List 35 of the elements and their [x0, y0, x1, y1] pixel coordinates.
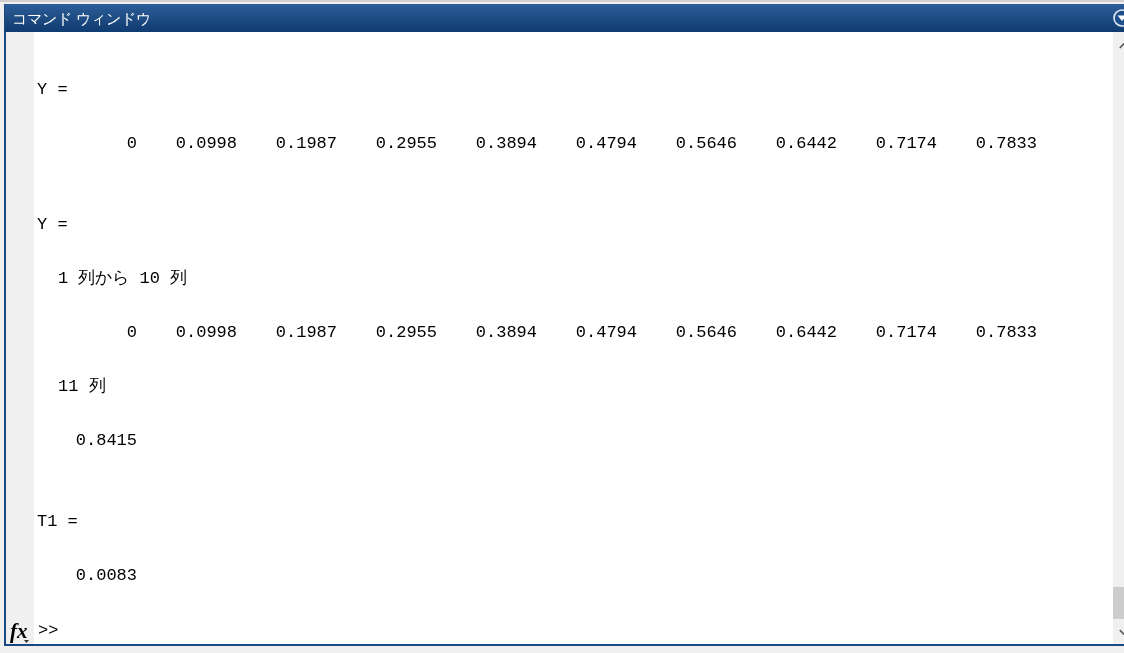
- value-text: 0.8415: [75, 430, 137, 452]
- caret-icon: [24, 640, 29, 643]
- value-text: 0.3894: [475, 322, 537, 344]
- column-range-label: 11 列: [58, 376, 106, 398]
- value-text: 0.3894: [475, 133, 537, 155]
- value-text: 0.0083: [75, 565, 137, 587]
- value-text: 0.1987: [275, 133, 337, 155]
- scroll-up-icon[interactable]: [1119, 42, 1124, 49]
- window-title: コマンド ウィンドウ: [12, 10, 152, 26]
- value-text: 0.1987: [275, 322, 337, 344]
- value-text: 0.7174: [875, 322, 937, 344]
- value-text: 0.6442: [775, 322, 837, 344]
- value-text: 0.4794: [575, 322, 637, 344]
- value-text: 0.2955: [375, 322, 437, 344]
- variable-name-line: Y =: [37, 79, 68, 101]
- variable-name-line: Y =: [37, 214, 68, 236]
- value-text: 0.6442: [775, 133, 837, 155]
- value-text: 0.0998: [175, 133, 237, 155]
- scroll-down-icon[interactable]: [1119, 629, 1124, 636]
- value-text: 0: [126, 322, 137, 344]
- variable-name-line: T1 =: [37, 511, 78, 533]
- scrollbar-track[interactable]: [1113, 32, 1124, 644]
- value-text: 0.5646: [675, 322, 737, 344]
- value-text: 0.7833: [975, 322, 1037, 344]
- value-text: 0.5646: [675, 133, 737, 155]
- value-text: 0.2955: [375, 133, 437, 155]
- value-text: 0.0998: [175, 322, 237, 344]
- value-text: 0.7174: [875, 133, 937, 155]
- prompt-text: >>: [38, 620, 59, 642]
- value-text: 0: [126, 133, 137, 155]
- value-text: 0.4794: [575, 133, 637, 155]
- fx-button[interactable]: fx: [8, 618, 32, 644]
- scrollbar-thumb[interactable]: [1113, 587, 1124, 619]
- column-range-label: 1 列から 10 列: [58, 268, 188, 290]
- value-text: 0.7833: [975, 133, 1037, 155]
